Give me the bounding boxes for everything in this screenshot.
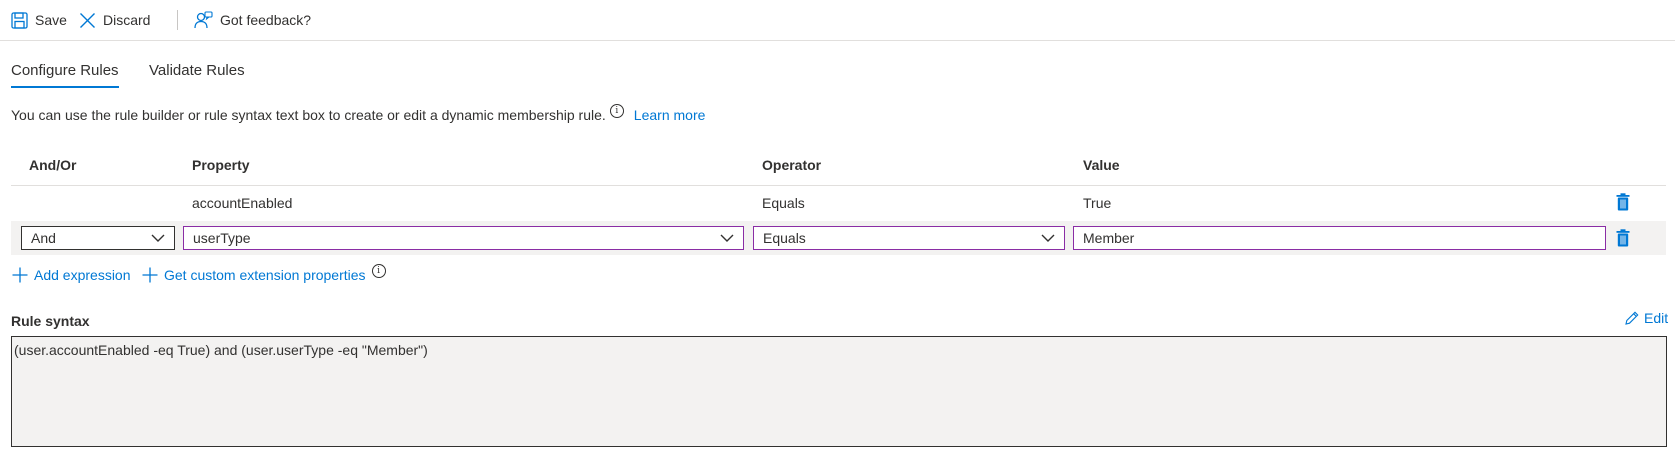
row1-value: True (1083, 195, 1112, 211)
intro-text: You can use the rule builder or rule syn… (11, 107, 606, 123)
info-icon[interactable]: i (371, 264, 386, 278)
rule-syntax-label: Rule syntax (11, 313, 90, 329)
rule-syntax-textbox[interactable]: (user.accountEnabled -eq True) and (user… (11, 336, 1667, 447)
feedback-icon (194, 11, 213, 29)
andor-selected: And (31, 230, 56, 246)
get-custom-extension-label: Get custom extension properties (164, 267, 366, 283)
andor-dropdown[interactable]: And (21, 226, 175, 250)
trash-icon[interactable] (1616, 229, 1630, 247)
row1-operator: Equals (762, 195, 805, 211)
value-input-text: Member (1083, 230, 1135, 246)
column-header-value: Value (1083, 157, 1120, 173)
edit-button[interactable]: Edit (1625, 310, 1668, 326)
operator-dropdown[interactable]: Equals (753, 226, 1065, 250)
tab-configure-rules[interactable]: Configure Rules (11, 62, 119, 88)
discard-label: Discard (103, 12, 151, 28)
property-selected: userType (193, 230, 251, 246)
row1-property: accountEnabled (192, 195, 293, 211)
save-icon (11, 11, 28, 29)
plus-icon (142, 267, 158, 283)
value-input[interactable]: Member (1073, 226, 1606, 250)
close-icon (80, 12, 95, 28)
trash-icon[interactable] (1616, 193, 1630, 211)
toolbar-divider (177, 10, 178, 30)
learn-more-link[interactable]: Learn more (634, 107, 706, 123)
discard-button[interactable]: Discard (79, 8, 150, 32)
operator-selected: Equals (763, 230, 806, 246)
column-header-andor: And/Or (29, 157, 77, 173)
get-custom-extension-properties-link[interactable]: Get custom extension properties i (142, 264, 386, 283)
column-header-property: Property (192, 157, 250, 173)
feedback-button[interactable]: Got feedback? (194, 8, 311, 32)
save-label: Save (35, 12, 67, 28)
edit-label: Edit (1644, 310, 1669, 326)
chevron-down-icon (151, 234, 165, 242)
property-dropdown[interactable]: userType (183, 226, 744, 250)
add-expression-label: Add expression (34, 267, 131, 283)
add-expression-link[interactable]: Add expression (12, 267, 131, 283)
plus-icon (12, 267, 28, 283)
feedback-label: Got feedback? (220, 12, 312, 28)
header-divider (11, 185, 1666, 186)
intro-description: You can use the rule builder or rule syn… (11, 104, 706, 123)
pencil-icon (1625, 311, 1639, 325)
info-icon[interactable]: i (609, 104, 624, 118)
command-bar: Save Discard Got feedback? (0, 0, 1675, 41)
chevron-down-icon (720, 234, 734, 242)
column-header-operator: Operator (762, 157, 822, 173)
tab-validate-rules[interactable]: Validate Rules (149, 62, 245, 79)
chevron-down-icon (1041, 234, 1055, 242)
save-button[interactable]: Save (11, 8, 67, 32)
